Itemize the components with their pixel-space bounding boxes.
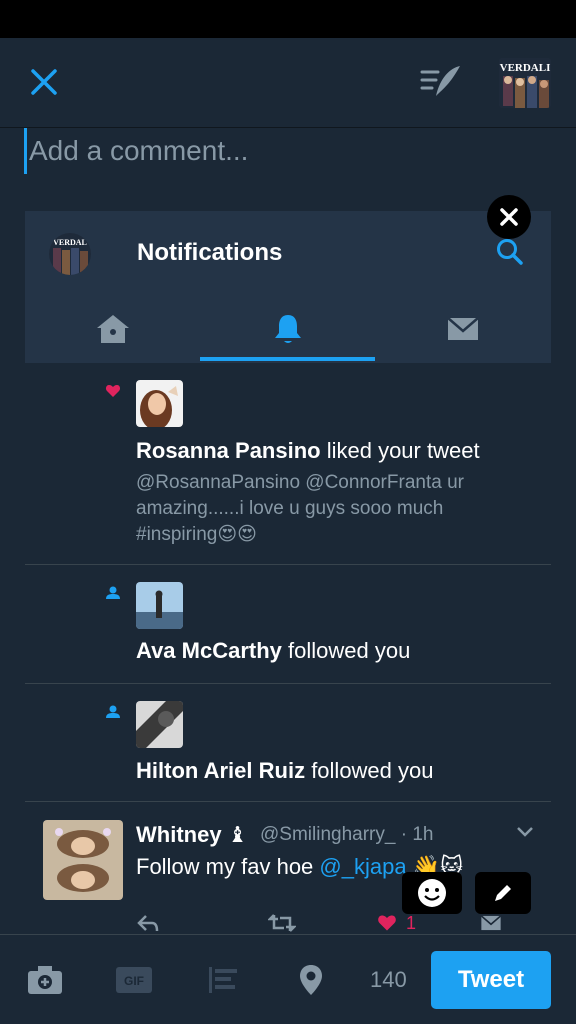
reply-button	[136, 912, 160, 934]
avatar	[136, 582, 183, 629]
person-icon	[106, 586, 120, 599]
dm-button	[480, 912, 502, 934]
tweet-button[interactable]: Tweet	[431, 951, 551, 1009]
card-avatar-text: VERDAL	[53, 238, 87, 247]
tweet-actions: 1	[136, 912, 502, 934]
notification-tweet-body: @RosannaPansino @ConnorFranta ur amazing…	[136, 472, 464, 545]
svg-text:GIF: GIF	[124, 974, 144, 988]
emoji-button[interactable]	[402, 872, 462, 914]
remove-attachment-button[interactable]	[487, 195, 531, 239]
pencil-icon	[495, 885, 511, 901]
close-icon	[500, 208, 518, 226]
poll-icon	[209, 967, 237, 993]
card-search-button	[493, 235, 527, 269]
smiley-icon	[418, 879, 446, 907]
camera-button[interactable]	[24, 961, 66, 999]
heart-icon	[105, 385, 121, 397]
location-button[interactable]	[296, 961, 326, 999]
tweet-author-handle: @Smilingharry_ · 1h	[260, 824, 434, 845]
gif-button[interactable]: GIF	[114, 961, 154, 999]
chevron-down-icon	[517, 827, 533, 837]
search-icon	[497, 239, 523, 265]
drafts-button[interactable]	[418, 62, 464, 102]
person-icon	[106, 705, 120, 718]
location-pin-icon	[300, 965, 322, 995]
notification-text: Rosanna Pansino liked your tweet	[136, 438, 480, 463]
tweet-author-name: Whitney ♝	[136, 822, 248, 847]
quoted-notifications-card: VERDAL Notifications	[25, 211, 551, 363]
avatar	[136, 380, 183, 427]
card-tab-bar	[25, 295, 551, 363]
comment-input[interactable]	[24, 128, 554, 174]
home-icon	[96, 315, 129, 343]
avatar	[136, 701, 183, 748]
retweet-icon	[268, 914, 296, 932]
tab-home	[25, 295, 200, 363]
bell-icon	[274, 315, 301, 343]
compose-header: VERDALI	[0, 38, 576, 128]
poll-button[interactable]	[202, 961, 242, 999]
card-avatar: VERDAL	[49, 233, 91, 275]
envelope-icon	[446, 317, 479, 340]
tab-notifications	[200, 295, 375, 363]
card-title: Notifications	[137, 239, 283, 266]
tweet: Whitney ♝ @Smilingharry_ · 1h Follow my …	[25, 802, 551, 934]
gif-icon: GIF	[116, 967, 152, 993]
compose-toolbar: GIF 140 Tweet	[0, 934, 576, 1024]
avatar	[43, 820, 123, 900]
status-bar	[0, 0, 576, 38]
reply-icon	[137, 915, 159, 932]
retweet-button	[268, 912, 296, 934]
like-count: 1	[406, 912, 417, 933]
like-button: 1	[376, 912, 416, 934]
close-icon	[31, 69, 57, 95]
notification-item: Rosanna Pansino liked your tweet @Rosann…	[25, 363, 551, 565]
envelope-icon	[480, 915, 502, 931]
heart-icon	[378, 915, 396, 931]
camera-icon	[28, 966, 62, 994]
character-count: 140	[370, 967, 407, 992]
active-tab-indicator	[200, 357, 375, 361]
notification-text: Ava McCarthy followed you	[136, 638, 411, 663]
account-avatar-text: VERDALI	[500, 62, 551, 74]
account-avatar[interactable]: VERDALI	[499, 58, 551, 108]
notification-item: Hilton Ariel Ruiz followed you	[25, 684, 551, 802]
close-button[interactable]	[26, 64, 62, 100]
notification-text: Hilton Ariel Ruiz followed you	[136, 758, 434, 783]
edit-button[interactable]	[475, 872, 531, 914]
tab-messages	[375, 295, 550, 363]
notification-item: Ava McCarthy followed you	[25, 565, 551, 684]
drafts-icon	[420, 66, 460, 96]
